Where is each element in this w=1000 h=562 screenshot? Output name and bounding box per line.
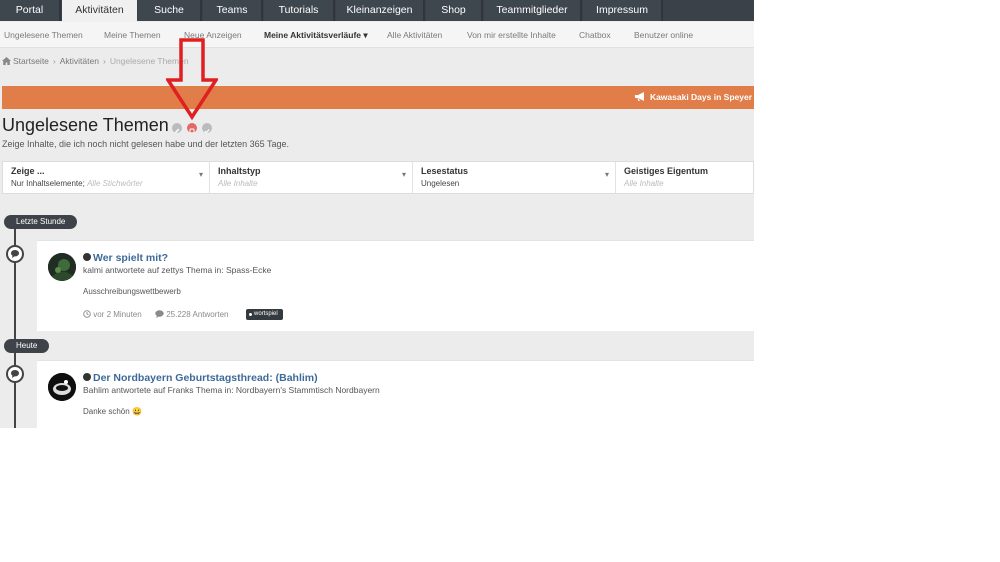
avatar[interactable] (48, 253, 76, 281)
breadcrumb-separator: › (52, 56, 56, 66)
breadcrumb-separator: › (102, 56, 106, 66)
activity-item: Wer spielt mit? kalmi antwortete auf zet… (37, 240, 754, 331)
secondary-navigation: Ungelesene Themen Meine Themen Neue Anze… (0, 22, 754, 48)
filter-inhaltstyp[interactable]: Inhaltstyp Alle Inhalte ▾ (210, 162, 413, 193)
subnav-meine-themen[interactable]: Meine Themen (104, 22, 161, 48)
tab-tutorials[interactable]: Tutorials (264, 0, 335, 21)
announcement-banner[interactable]: Kawasaki Days in Speyer (2, 86, 754, 109)
unread-dot-icon (83, 253, 91, 261)
filter-label: Lesestatus (421, 166, 469, 176)
chevron-down-icon: ▾ (604, 170, 609, 179)
filter-zeige[interactable]: Zeige ... Nur Inhaltselemente; Alle Stic… (3, 162, 210, 193)
subnav-alle-aktivitaeten[interactable]: Alle Aktivitäten (387, 22, 442, 48)
comment-bubble-icon (6, 245, 24, 263)
filter-value: Nur Inhaltselemente; Alle Stichwörter (11, 179, 143, 188)
breadcrumb: Startseite › Aktivitäten › Ungelesene Themen (2, 56, 189, 68)
activity-item: Der Nordbayern Geburtstagsthread: (Bahli… (37, 360, 754, 428)
filter-value: Alle Inhalte (624, 179, 664, 188)
timeline-group-label: Heute (4, 339, 50, 353)
grinning-emoji-icon: 😀 (131, 407, 142, 416)
tab-impressum[interactable]: Impressum (583, 0, 663, 21)
filter-bar: Zeige ... Nur Inhaltselemente; Alle Stic… (2, 161, 754, 194)
tab-teammitglieder[interactable]: Teammitglieder (484, 0, 582, 21)
subnav-meine-aktivitaetsverlaeufe[interactable]: Meine Aktivitätsverläufe ▾ (264, 22, 368, 48)
chevron-down-icon: ▾ (198, 170, 203, 179)
mark-read-icon[interactable] (187, 123, 197, 134)
subnav-von-mir-erstellte-inhalte[interactable]: Von mir erstellte Inhalte (467, 22, 556, 48)
page-subtitle: Zeige Inhalte, die ich noch nicht gelese… (2, 139, 290, 149)
tab-suche[interactable]: Suche (138, 0, 202, 21)
timeline-group-label: Letzte Stunde (4, 215, 78, 229)
browser-viewport: Portal Aktivitäten Suche Teams Tutorials… (0, 0, 754, 428)
filter-value: Alle Inhalte (218, 179, 258, 188)
breadcrumb-aktivitaeten[interactable]: Aktivitäten (60, 56, 99, 66)
subnav-ungelesene-themen[interactable]: Ungelesene Themen (4, 22, 83, 48)
chevron-down-icon: ▾ (401, 170, 406, 179)
subnav-benutzer-online[interactable]: Benutzer online (634, 22, 693, 48)
subnav-chatbox[interactable]: Chatbox (579, 22, 611, 48)
tab-portal[interactable]: Portal (0, 0, 61, 21)
reply-count: 25.228 Antworten (155, 310, 229, 319)
post-time: vor 2 Minuten (83, 310, 142, 319)
comment-bubble-icon (6, 365, 24, 383)
megaphone-icon (634, 92, 644, 101)
clock-icon (83, 310, 91, 318)
tab-aktivitaeten[interactable]: Aktivitäten (62, 0, 137, 22)
filter-label: Geistiges Eigentum (624, 166, 709, 176)
tag-badge[interactable]: wortspiel (246, 309, 283, 320)
page-title: Ungelesene Themen (2, 115, 169, 135)
check-icon[interactable] (202, 123, 212, 134)
announcement-text[interactable]: Kawasaki Days in Speyer (634, 86, 752, 109)
home-icon (2, 57, 11, 65)
tab-shop[interactable]: Shop (426, 0, 483, 21)
avatar[interactable] (48, 373, 76, 401)
tab-kleinanzeigen[interactable]: Kleinanzeigen (336, 0, 425, 21)
announcement-label: Kawasaki Days in Speyer (649, 92, 752, 102)
topic-title-link[interactable]: Wer spielt mit? (83, 252, 168, 264)
topic-title-link[interactable]: Der Nordbayern Geburtstagsthread: (Bahli… (83, 372, 318, 384)
activity-meta: Bahlim antwortete auf Franks Thema in: N… (83, 385, 380, 395)
comment-icon (155, 310, 164, 318)
post-excerpt: Ausschreibungswettbewerb (83, 287, 181, 296)
activity-meta: kalmi antwortete auf zettys Thema in: Sp… (83, 265, 272, 275)
filter-geistiges-eigentum[interactable]: Geistiges Eigentum Alle Inhalte (616, 162, 753, 193)
tab-teams[interactable]: Teams (203, 0, 263, 21)
filter-lesestatus[interactable]: Lesestatus Ungelesen ▾ (413, 162, 616, 193)
breadcrumb-home[interactable]: Startseite (13, 56, 49, 66)
post-excerpt: Danke schön 😀 (83, 407, 142, 416)
filter-label: Inhaltstyp (218, 166, 261, 176)
unread-dot-icon (83, 373, 91, 381)
filter-value: Ungelesen (421, 179, 460, 188)
filter-label: Zeige ... (11, 166, 45, 176)
main-navigation: Portal Aktivitäten Suche Teams Tutorials… (0, 0, 754, 22)
annotation-arrow-icon (166, 38, 218, 120)
edit-icon[interactable] (172, 123, 182, 133)
